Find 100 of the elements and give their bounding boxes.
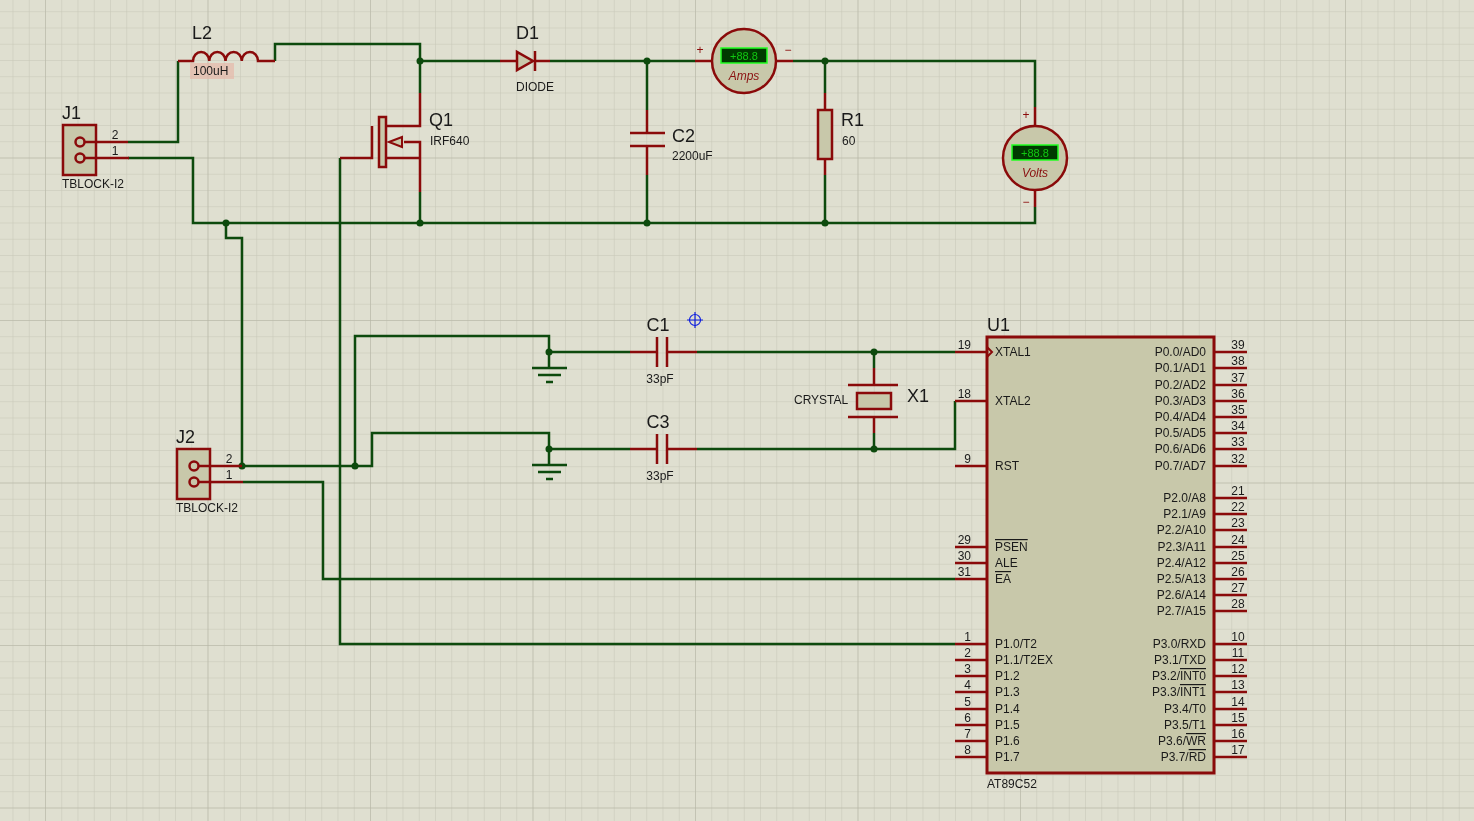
meter-reading: +88.8	[1021, 147, 1049, 159]
pin-line	[1214, 464, 1247, 468]
pin-name: P2.7/A15	[1156, 604, 1206, 618]
component-reference: C1	[646, 315, 670, 335]
junction-dot	[545, 348, 553, 356]
pin-line	[1214, 528, 1247, 532]
pin-number: 14	[1231, 695, 1245, 709]
pin-number: 25	[1231, 549, 1245, 563]
pin-number: 26	[1231, 565, 1245, 579]
pin-number: 18	[957, 387, 971, 401]
pin-line	[1214, 609, 1247, 613]
meter-reading: +88.8	[730, 50, 758, 62]
pin-number: 12	[1231, 662, 1245, 676]
pin-name: P1.2	[995, 669, 1020, 683]
pin-number: 2	[225, 452, 233, 466]
pin-line	[1214, 399, 1247, 403]
component-value: CRYSTAL	[794, 393, 849, 407]
pin-name: P1.4	[995, 702, 1020, 716]
component-reference: C2	[672, 126, 695, 146]
component-value: 33pF	[646, 469, 674, 483]
pin-line	[1214, 561, 1247, 565]
pin-line	[1214, 545, 1247, 549]
pin-name: RST	[995, 459, 1019, 473]
pin-line	[955, 739, 987, 743]
pin-number: 39	[1231, 338, 1245, 352]
pin-line	[1214, 431, 1247, 435]
meter-display	[720, 47, 768, 64]
meter-unit: Amps	[728, 69, 760, 83]
pin-name: P3.3/INT1	[1151, 685, 1206, 699]
pin-number: 1	[964, 630, 971, 644]
pin-line	[955, 577, 987, 581]
pin-number: 16	[1231, 727, 1245, 741]
pin-line	[1214, 658, 1247, 662]
junction-dot	[238, 462, 246, 470]
pin-line	[955, 545, 987, 549]
pin-line	[955, 690, 987, 694]
pin-name: P0.1/AD1	[1154, 361, 1206, 375]
pin-name: P0.6/AD6	[1154, 442, 1206, 456]
pin-name: P2.2/A10	[1156, 523, 1206, 537]
pin-number: 34	[1231, 419, 1245, 433]
pin-name: P2.6/A14	[1156, 588, 1206, 602]
pin-line	[1214, 415, 1247, 419]
pin-number: 9	[964, 452, 971, 466]
component-value: IRF640	[430, 134, 470, 148]
pin-name: P3.7/RD	[1160, 750, 1206, 764]
pin-number: 37	[1231, 371, 1245, 385]
meter-display	[1011, 144, 1059, 161]
junction-dot	[222, 219, 230, 227]
pin-name: P2.4/A12	[1156, 556, 1206, 570]
pin-line	[1214, 447, 1247, 451]
meter-unit: Volts	[1021, 166, 1049, 180]
pin-number: 22	[1231, 500, 1245, 514]
pin-number: 19	[957, 338, 971, 352]
capacitor-symbol	[628, 335, 699, 369]
pin-line	[955, 399, 987, 403]
pin-name: PSEN	[995, 540, 1028, 554]
component-value: 33pF	[646, 372, 674, 386]
pin-number: 30	[957, 549, 971, 563]
component-value: DIODE	[516, 80, 554, 94]
schematic-canvas[interactable]	[0, 0, 1474, 821]
pin-line	[1214, 707, 1247, 711]
pin-name: P0.4/AD4	[1154, 410, 1206, 424]
component-value: 60	[842, 134, 856, 148]
pin-number: 21	[1231, 484, 1245, 498]
pin-name: P0.5/AD5	[1154, 426, 1206, 440]
component-reference: J2	[176, 427, 195, 447]
capacitor-symbol	[628, 432, 699, 466]
pin-line	[1214, 690, 1247, 694]
crosshair-cursor-icon	[686, 311, 704, 329]
pin-number: 10	[1231, 630, 1245, 644]
pin-line	[1214, 739, 1247, 743]
pin-name: P1.5	[995, 718, 1020, 732]
component-value: 2200uF	[672, 149, 713, 163]
pin-name: P2.5/A13	[1156, 572, 1206, 586]
pin-line	[1214, 366, 1247, 370]
pin-name: P0.2/AD2	[1154, 378, 1206, 392]
pin-name: P3.1/TXD	[1153, 653, 1206, 667]
component-reference: U1	[987, 315, 1010, 335]
plus-sign: +	[1022, 108, 1030, 122]
junction-dot	[545, 445, 553, 453]
diode-symbol	[498, 49, 552, 73]
component-reference: C3	[646, 412, 670, 432]
pin-number: 2	[111, 128, 119, 142]
component-reference: D1	[516, 23, 539, 43]
pin-line	[955, 723, 987, 727]
pin-line	[1214, 642, 1247, 646]
pin-line	[1214, 674, 1247, 678]
pin-name: P1.3	[995, 685, 1020, 699]
pin-number: 13	[1231, 678, 1245, 692]
pin-line	[955, 658, 987, 662]
component-reference: X1	[907, 386, 930, 406]
pin-line	[955, 755, 987, 759]
pin-line	[1214, 723, 1247, 727]
pin-name: P2.0/A8	[1163, 491, 1206, 505]
pin-number: 8	[964, 743, 971, 757]
pin-line	[955, 707, 987, 711]
pin-number: 15	[1231, 711, 1245, 725]
plus-sign: +	[696, 43, 704, 57]
pin-number: 36	[1231, 387, 1245, 401]
pin-line	[1214, 593, 1247, 597]
